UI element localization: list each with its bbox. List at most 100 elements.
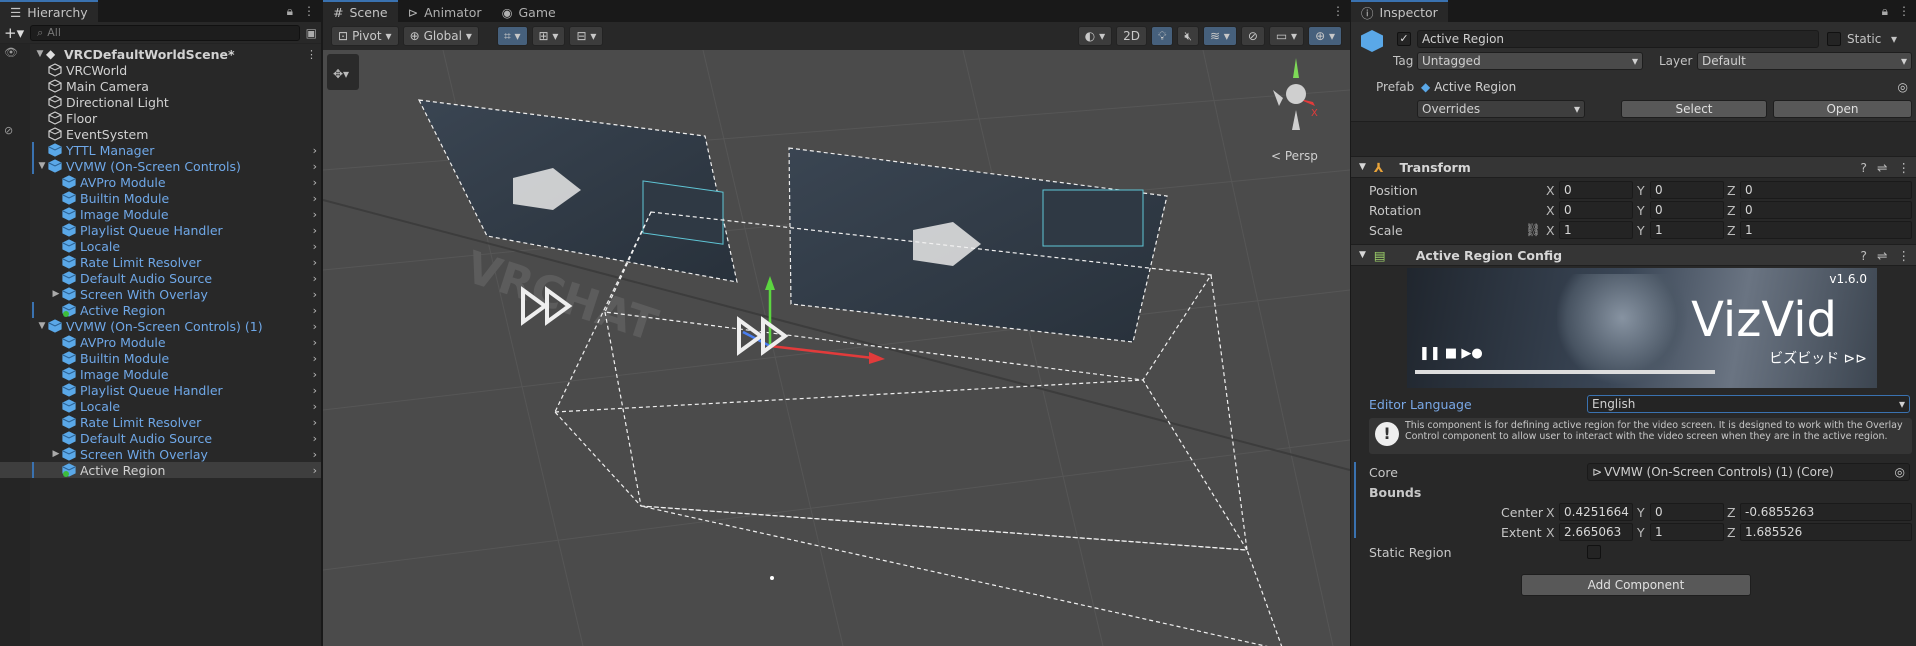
increment-snap-button[interactable]: ⊟ ▾ <box>569 26 604 46</box>
global-dropdown[interactable]: ⊕ Global ▾ <box>402 26 479 46</box>
pivot-dropdown[interactable]: ⊡ Pivot ▾ <box>331 26 399 46</box>
chevron-right-icon[interactable]: › <box>313 320 317 333</box>
number-field[interactable]: 0 <box>1559 201 1633 219</box>
hierarchy-item[interactable]: ▼ VVMW (On-Screen Controls) › <box>0 158 321 174</box>
number-field[interactable]: 0.4251664 <box>1559 503 1633 521</box>
effects-dropdown[interactable]: ≋ ▾ <box>1202 26 1237 46</box>
hierarchy-item[interactable]: Floor <box>0 110 321 126</box>
number-field[interactable]: 1 <box>1650 221 1724 239</box>
chevron-right-icon[interactable]: › <box>313 448 317 461</box>
hierarchy-item[interactable]: Builtin Module › <box>0 190 321 206</box>
preset-icon[interactable]: ⇌ <box>1877 160 1887 175</box>
scene-canvas[interactable]: VRCHAT ✥▾ X < Persp <box>323 50 1350 646</box>
core-field[interactable]: ⊳ VVMW (On-Screen Controls) (1) (Core) ◎ <box>1587 463 1910 481</box>
overrides-dropdown[interactable]: Overrides ▾ <box>1417 100 1585 118</box>
expand-arrow-icon[interactable]: ▶ <box>50 289 62 299</box>
hierarchy-item[interactable]: ▼ VVMW (On-Screen Controls) (1) › <box>0 318 321 334</box>
chevron-right-icon[interactable]: › <box>313 256 317 269</box>
layer-dropdown[interactable]: Default ▾ <box>1697 52 1912 70</box>
chevron-right-icon[interactable]: › <box>313 160 317 173</box>
hierarchy-item[interactable]: Rate Limit Resolver › <box>0 254 321 270</box>
hierarchy-item[interactable]: Locale › <box>0 398 321 414</box>
chevron-right-icon[interactable]: › <box>313 208 317 221</box>
expand-arrow-icon[interactable]: ▼ <box>36 161 48 171</box>
number-field[interactable]: 0 <box>1559 181 1633 199</box>
hierarchy-item[interactable]: YTTL Manager › <box>0 142 321 158</box>
active-checkbox[interactable]: ✓ <box>1397 32 1411 46</box>
chevron-right-icon[interactable]: › <box>313 144 317 157</box>
lock-icon[interactable]: 🔒︎ <box>287 4 293 19</box>
help-icon[interactable]: ? <box>1860 160 1867 175</box>
number-field[interactable]: 0 <box>1740 181 1912 199</box>
editor-language-dropdown[interactable]: English ▾ <box>1587 395 1910 413</box>
chevron-right-icon[interactable]: › <box>313 224 317 237</box>
kebab-menu-icon[interactable]: ⋮ <box>1898 248 1911 263</box>
hidden-objects-toggle[interactable]: ⊘ <box>1240 26 1265 46</box>
link-icon[interactable]: ⛓ <box>1525 222 1541 238</box>
chevron-right-icon[interactable]: › <box>313 416 317 429</box>
prefab-field[interactable]: ◆ Active Region ◎ <box>1417 78 1912 96</box>
toggle-2d-button[interactable]: 2D <box>1116 26 1147 46</box>
hierarchy-search[interactable]: ⌕ All <box>30 24 300 41</box>
chevron-right-icon[interactable]: › <box>313 464 317 477</box>
scene-viewport[interactable]: VRCHAT ✥▾ X < Persp <box>323 50 1350 646</box>
hierarchy-item[interactable]: Directional Light <box>0 94 321 110</box>
draw-mode-dropdown[interactable]: ◐ ▾ <box>1077 26 1113 46</box>
hierarchy-item[interactable]: Default Audio Source › <box>0 430 321 446</box>
number-field[interactable]: 1 <box>1650 523 1724 541</box>
chevron-right-icon[interactable]: › <box>313 368 317 381</box>
target-icon[interactable]: ◎ <box>1898 80 1908 94</box>
kebab-menu-icon[interactable]: ⋮ <box>1332 4 1344 18</box>
chevron-right-icon[interactable]: › <box>313 336 317 349</box>
chevron-right-icon[interactable]: › <box>313 176 317 189</box>
number-field[interactable]: 1 <box>1740 221 1912 239</box>
hierarchy-item[interactable]: EventSystem <box>0 126 321 142</box>
chevron-right-icon[interactable]: › <box>313 240 317 253</box>
number-field[interactable]: 0 <box>1650 503 1724 521</box>
static-region-checkbox[interactable] <box>1587 545 1601 559</box>
expand-arrow-icon[interactable]: ▼ <box>34 49 46 59</box>
hierarchy-item[interactable]: VRCWorld <box>0 62 321 78</box>
tab-animator[interactable]: ⊳ Animator <box>398 0 492 22</box>
number-field[interactable]: 0 <box>1650 201 1724 219</box>
hierarchy-item[interactable]: ▶ Screen With Overlay › <box>0 446 321 462</box>
lighting-toggle[interactable]: 💡︎ <box>1150 26 1174 46</box>
grid-visibility-button[interactable]: ⊞ ▾ <box>531 26 566 46</box>
chevron-right-icon[interactable]: › <box>313 272 317 285</box>
hierarchy-item[interactable]: Active Region › <box>0 462 321 478</box>
object-name-field[interactable]: Active Region <box>1417 30 1819 48</box>
scene-visibility-icon[interactable]: ▣ <box>306 26 317 40</box>
chevron-right-icon[interactable]: › <box>313 352 317 365</box>
expand-arrow-icon[interactable]: ▶ <box>50 449 62 459</box>
audio-toggle[interactable]: 🔇︎ <box>1177 26 1199 46</box>
kebab-menu-icon[interactable]: ⋮ <box>1898 4 1910 19</box>
open-button[interactable]: Open <box>1773 100 1912 118</box>
static-dropdown-icon[interactable]: ▾ <box>1891 32 1897 46</box>
number-field[interactable]: 0 <box>1650 181 1724 199</box>
move-tool-icon[interactable]: ✥▾ <box>333 67 349 81</box>
hierarchy-item[interactable]: Image Module › <box>0 206 321 222</box>
tab-inspector[interactable]: ⓘ Inspector <box>1351 0 1448 22</box>
tab-hierarchy[interactable]: ☰ Hierarchy <box>0 0 98 22</box>
kebab-menu-icon[interactable]: ⋮ <box>306 48 317 61</box>
select-button[interactable]: Select <box>1621 100 1767 118</box>
static-checkbox[interactable] <box>1827 32 1841 46</box>
target-icon[interactable]: ◎ <box>1895 465 1905 479</box>
hierarchy-item[interactable]: AVPro Module › <box>0 174 321 190</box>
active-region-config-header[interactable]: ▼ ▤ Active Region Config ? ⇌ ⋮ <box>1351 244 1916 266</box>
help-icon[interactable]: ? <box>1860 248 1867 263</box>
chevron-right-icon[interactable]: › <box>313 432 317 445</box>
hierarchy-item[interactable]: Default Audio Source › <box>0 270 321 286</box>
chevron-right-icon[interactable]: › <box>313 192 317 205</box>
chevron-right-icon[interactable]: › <box>313 304 317 317</box>
hierarchy-item[interactable]: Main Camera <box>0 78 321 94</box>
hierarchy-item[interactable]: Active Region › <box>0 302 321 318</box>
gizmos-dropdown[interactable]: ⊕ ▾ <box>1308 26 1342 46</box>
kebab-menu-icon[interactable]: ⋮ <box>303 4 315 19</box>
hierarchy-item[interactable]: Playlist Queue Handler › <box>0 222 321 238</box>
add-component-button[interactable]: Add Component <box>1521 574 1751 596</box>
lock-icon[interactable]: 🔒︎ <box>1882 4 1888 19</box>
expand-arrow-icon[interactable]: ▼ <box>36 321 48 331</box>
kebab-menu-icon[interactable]: ⋮ <box>1898 160 1911 175</box>
chevron-right-icon[interactable]: › <box>313 384 317 397</box>
